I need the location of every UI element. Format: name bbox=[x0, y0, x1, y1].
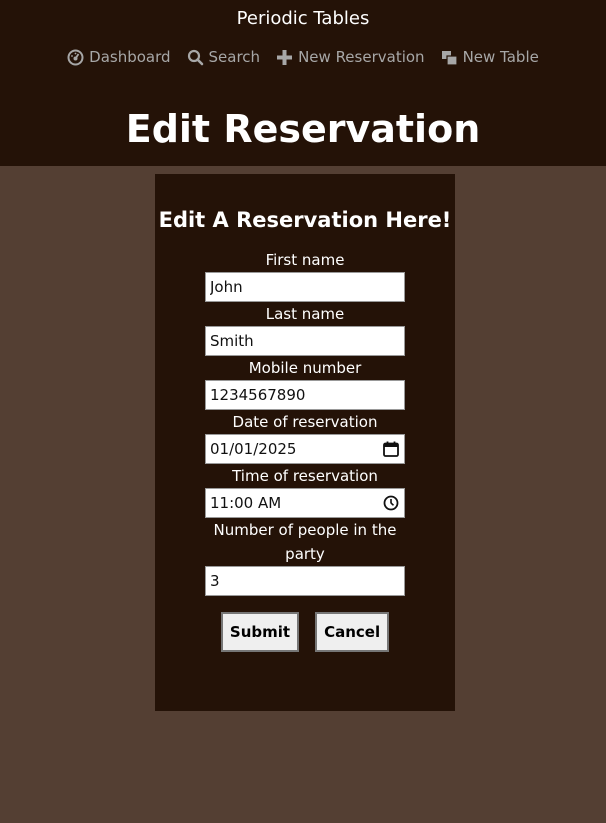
form-title: Edit A Reservation Here! bbox=[158, 208, 452, 232]
dashboard-icon bbox=[67, 49, 84, 66]
page-title: Edit Reservation bbox=[125, 107, 481, 151]
nav-dashboard[interactable]: Dashboard bbox=[67, 48, 171, 66]
search-icon bbox=[187, 49, 204, 66]
calendar-icon[interactable] bbox=[382, 440, 400, 458]
time-field-box bbox=[205, 488, 405, 518]
last-name-input[interactable] bbox=[210, 332, 400, 350]
mobile-number-input[interactable] bbox=[210, 386, 400, 404]
party-size-input[interactable] bbox=[210, 572, 400, 590]
nav-new-table-label: New Table bbox=[462, 48, 539, 66]
table-icon bbox=[441, 49, 458, 66]
mobile-number-field-box bbox=[205, 380, 405, 410]
nav-search[interactable]: Search bbox=[187, 48, 261, 66]
first-name-label: First name bbox=[265, 251, 345, 269]
nav-search-label: Search bbox=[208, 48, 261, 66]
time-input[interactable] bbox=[210, 494, 382, 512]
nav-new-reservation[interactable]: New Reservation bbox=[276, 48, 425, 66]
clock-icon[interactable] bbox=[382, 494, 400, 512]
date-label: Date of reservation bbox=[232, 413, 378, 431]
app-title[interactable]: Periodic Tables bbox=[0, 8, 606, 29]
nav-new-table[interactable]: New Table bbox=[441, 48, 539, 66]
submit-button[interactable]: Submit bbox=[220, 612, 300, 652]
nav-bar: Dashboard Search New Reservation New Tab… bbox=[0, 48, 606, 66]
time-label: Time of reservation bbox=[232, 467, 378, 485]
party-size-label: Number of people in the party bbox=[213, 521, 397, 563]
nav-new-reservation-label: New Reservation bbox=[298, 48, 425, 66]
first-name-input[interactable] bbox=[210, 278, 400, 296]
last-name-field-box bbox=[205, 326, 405, 356]
date-field-box bbox=[205, 434, 405, 464]
date-input[interactable] bbox=[210, 440, 382, 458]
plus-icon bbox=[276, 49, 293, 66]
reservation-form: First name Last name Mobile number Date … bbox=[155, 248, 455, 652]
form-buttons: Submit Cancel bbox=[220, 612, 390, 652]
first-name-field-box bbox=[205, 272, 405, 302]
last-name-label: Last name bbox=[265, 305, 345, 323]
header: Periodic Tables Dashboard Search New Res… bbox=[0, 0, 606, 166]
cancel-button[interactable]: Cancel bbox=[315, 612, 390, 652]
nav-dashboard-label: Dashboard bbox=[89, 48, 171, 66]
party-size-field-box bbox=[205, 566, 405, 596]
mobile-number-label: Mobile number bbox=[248, 359, 362, 377]
reservation-form-card: Edit A Reservation Here! First name Last… bbox=[155, 174, 455, 711]
